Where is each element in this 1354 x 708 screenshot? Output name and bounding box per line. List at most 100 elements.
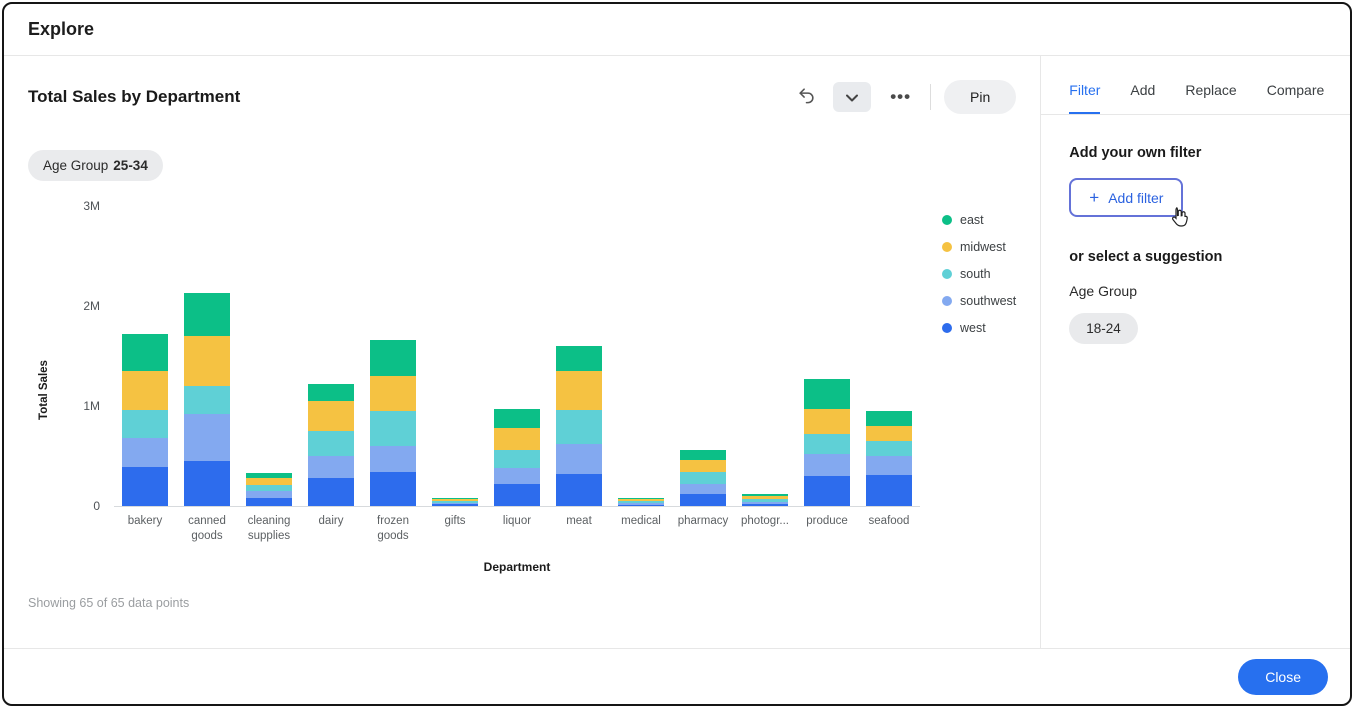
y-tick-label: 3M [60,199,100,213]
x-tick-label: frozen goods [362,514,424,544]
tab-filter[interactable]: Filter [1069,82,1100,114]
bar-segment-west[interactable] [680,494,726,506]
bar-segment-west[interactable] [556,474,602,506]
bar-column[interactable] [114,206,176,506]
bar-segment-southwest[interactable] [866,456,912,475]
x-tick-label: medical [610,514,672,544]
legend-label: south [960,267,991,281]
bar-segment-south[interactable] [866,441,912,456]
bar-segment-south[interactable] [804,434,850,454]
bar-column[interactable] [796,206,858,506]
undo-icon [797,86,816,108]
bar-column[interactable] [548,206,610,506]
bar-segment-southwest[interactable] [804,454,850,476]
bar-segment-south[interactable] [184,386,230,414]
bar-segment-midwest[interactable] [680,460,726,472]
bar-segment-midwest[interactable] [556,371,602,410]
legend-label: east [960,213,984,227]
bar-segment-southwest[interactable] [308,456,354,478]
dropdown-button[interactable] [833,82,871,112]
legend-dot-icon [942,296,952,306]
add-filter-button[interactable]: + Add filter [1069,178,1183,217]
bar-segment-south[interactable] [494,450,540,468]
bar-segment-midwest[interactable] [184,336,230,386]
bar-segment-midwest[interactable] [370,376,416,411]
bar-segment-west[interactable] [308,478,354,506]
undo-button[interactable] [793,82,820,112]
bar-segment-southwest[interactable] [494,468,540,484]
bar-segment-east[interactable] [556,346,602,371]
pin-button[interactable]: Pin [944,80,1016,114]
legend-item-east[interactable]: east [942,213,1016,227]
legend-item-midwest[interactable]: midwest [942,240,1016,254]
tab-add[interactable]: Add [1130,82,1155,114]
bar-segment-east[interactable] [866,411,912,426]
bar-segment-midwest[interactable] [308,401,354,431]
x-tick-label: liquor [486,514,548,544]
tab-replace[interactable]: Replace [1185,82,1236,114]
bar-segment-west[interactable] [432,504,478,506]
ellipsis-icon: ••• [890,87,911,106]
suggestion-chip[interactable]: 18-24 [1069,313,1138,344]
bar-column[interactable] [486,206,548,506]
bar-segment-east[interactable] [308,384,354,401]
bar-segment-east[interactable] [804,379,850,409]
y-tick-label: 1M [60,399,100,413]
bar-column[interactable] [610,206,672,506]
bar-segment-west[interactable] [866,475,912,506]
bar-segment-east[interactable] [494,409,540,428]
legend-item-west[interactable]: west [942,321,1016,335]
bar-segment-southwest[interactable] [680,484,726,494]
bar-segment-west[interactable] [742,504,788,506]
bar-segment-southwest[interactable] [556,444,602,474]
bar-segment-south[interactable] [122,410,168,438]
y-tick-label: 2M [60,299,100,313]
bar-segment-midwest[interactable] [804,409,850,434]
bar-segment-southwest[interactable] [370,446,416,472]
bar-segment-east[interactable] [680,450,726,460]
dialog-footer: Close [4,648,1350,704]
close-button[interactable]: Close [1238,659,1328,695]
tab-compare[interactable]: Compare [1267,82,1325,114]
bar-segment-west[interactable] [122,467,168,506]
bar-segment-west[interactable] [494,484,540,506]
bar-segment-south[interactable] [556,410,602,444]
bar-segment-east[interactable] [122,334,168,371]
bar-segment-midwest[interactable] [866,426,912,441]
legend-label: southwest [960,294,1016,308]
bar-segment-west[interactable] [618,505,664,507]
y-tick-label: 0 [60,499,100,513]
bar-column[interactable] [362,206,424,506]
bar-segment-east[interactable] [184,293,230,336]
legend-item-southwest[interactable]: southwest [942,294,1016,308]
bar-column[interactable] [176,206,238,506]
bar-segment-west[interactable] [246,498,292,506]
legend-item-south[interactable]: south [942,267,1016,281]
bar-segment-south[interactable] [308,431,354,456]
bar-segment-east[interactable] [370,340,416,376]
more-options-button[interactable]: ••• [884,83,917,111]
add-filter-heading: Add your own filter [1069,145,1346,161]
x-tick-label: cleaning supplies [238,514,300,544]
bar-column[interactable] [734,206,796,506]
bar-column[interactable] [300,206,362,506]
bar-segment-west[interactable] [370,472,416,506]
bar-segment-midwest[interactable] [494,428,540,450]
bar-column[interactable] [858,206,920,506]
bar-segment-midwest[interactable] [122,371,168,410]
bar-column[interactable] [238,206,300,506]
bar-segment-south[interactable] [680,472,726,484]
x-tick-label: dairy [300,514,362,544]
bar-column[interactable] [424,206,486,506]
bar-segment-southwest[interactable] [246,491,292,498]
bar-segment-southwest[interactable] [184,414,230,461]
bar-column[interactable] [672,206,734,506]
bar-segment-west[interactable] [184,461,230,506]
bar-segment-south[interactable] [370,411,416,446]
filter-chip-value: 25-34 [113,158,148,173]
active-filter-chip[interactable]: Age Group 25-34 [28,150,163,181]
bar-segment-midwest[interactable] [246,478,292,485]
bar-segment-west[interactable] [804,476,850,506]
bar-segment-southwest[interactable] [122,438,168,467]
x-tick-label: gifts [424,514,486,544]
